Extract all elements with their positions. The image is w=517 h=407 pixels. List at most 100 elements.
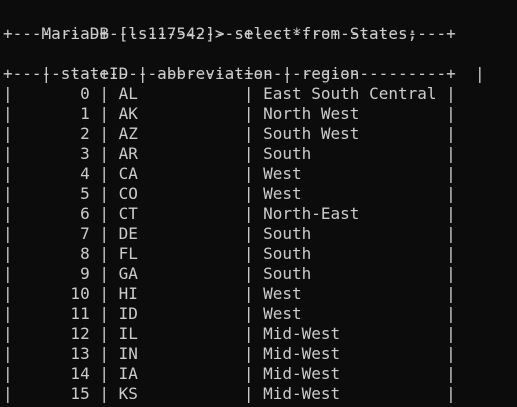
column-separator: |	[3, 84, 23, 103]
column-separator: |	[89, 124, 119, 143]
column-separator: |	[436, 144, 456, 163]
cell-stateid: 8	[22, 244, 90, 263]
cell-region: West	[263, 284, 437, 303]
column-separator: |	[436, 264, 456, 283]
cell-region: South West	[263, 124, 437, 143]
cell-abbreviation: IL	[118, 324, 235, 343]
column-separator: |	[234, 104, 264, 123]
table-row: | 2 | AZ | South West |	[3, 124, 456, 144]
table-row: | 14 | IA | Mid-West |	[3, 364, 456, 384]
table-row: | 0 | AL | East South Central |	[3, 84, 456, 104]
column-separator: |	[436, 364, 456, 383]
cell-region: West	[263, 184, 437, 203]
cell-abbreviation: HI	[118, 284, 235, 303]
column-separator: |	[89, 104, 119, 123]
column-separator: |	[436, 124, 456, 143]
cell-stateid: 2	[22, 124, 90, 143]
cell-region: East South Central	[263, 84, 437, 103]
column-separator: |	[3, 304, 23, 323]
column-separator: |	[436, 244, 456, 263]
column-separator: |	[234, 344, 264, 363]
cell-stateid: 1	[22, 104, 90, 123]
cell-stateid: 5	[22, 184, 90, 203]
column-separator: |	[89, 344, 119, 363]
table-row: | 15 | KS | Mid-West |	[3, 384, 456, 404]
cell-stateid: 6	[22, 204, 90, 223]
column-separator: |	[436, 84, 456, 103]
cell-abbreviation: AK	[118, 104, 235, 123]
column-separator: |	[234, 384, 264, 403]
cell-region: South	[263, 264, 437, 283]
column-separator: |	[234, 144, 264, 163]
table-row: | 4 | CA | West |	[3, 164, 456, 184]
cell-stateid: 11	[22, 304, 90, 323]
column-separator: |	[436, 184, 456, 203]
column-separator: |	[234, 84, 264, 103]
column-separator: |	[3, 284, 23, 303]
cell-stateid: 13	[22, 344, 90, 363]
column-separator: |	[89, 164, 119, 183]
cell-region: Mid-West	[263, 324, 437, 343]
column-separator: |	[89, 264, 119, 283]
column-separator: |	[3, 344, 23, 363]
table-row: | 3 | AR | South |	[3, 144, 456, 164]
column-separator: |	[89, 204, 119, 223]
terminal-window[interactable]: MariaDB [ls117542]> select*from States; …	[0, 0, 517, 407]
cell-abbreviation: AZ	[118, 124, 235, 143]
column-separator: |	[234, 244, 264, 263]
column-separator: |	[234, 184, 264, 203]
column-separator: |	[3, 224, 23, 243]
column-separator: |	[3, 264, 23, 283]
cell-stateid: 14	[22, 364, 90, 383]
cell-region: North West	[263, 104, 437, 123]
cell-abbreviation: IN	[118, 344, 235, 363]
cell-abbreviation: CT	[118, 204, 235, 223]
cell-stateid: 10	[22, 284, 90, 303]
table-row: | 10 | HI | West |	[3, 284, 456, 304]
cell-abbreviation: DE	[118, 224, 235, 243]
column-separator: |	[234, 164, 264, 183]
cell-region: West	[263, 304, 437, 323]
column-separator: |	[89, 84, 119, 103]
column-separator: |	[89, 144, 119, 163]
cell-region: South	[263, 224, 437, 243]
cell-abbreviation: CA	[118, 164, 235, 183]
column-separator: |	[436, 204, 456, 223]
cell-region: West	[263, 164, 437, 183]
cell-stateid: 4	[22, 164, 90, 183]
column-separator: |	[234, 204, 264, 223]
column-separator: |	[436, 304, 456, 323]
column-separator: |	[3, 144, 23, 163]
cell-abbreviation: AL	[118, 84, 235, 103]
column-separator: |	[436, 344, 456, 363]
cell-stateid: 3	[22, 144, 90, 163]
table-row: | 11 | ID | West |	[3, 304, 456, 324]
column-separator: |	[89, 184, 119, 203]
table-row: | 12 | IL | Mid-West |	[3, 324, 456, 344]
column-separator: |	[436, 104, 456, 123]
column-separator: |	[234, 304, 264, 323]
column-separator: |	[3, 364, 23, 383]
cell-abbreviation: AR	[118, 144, 235, 163]
column-separator: |	[234, 124, 264, 143]
table-header-row: | stateID | abbreviation | region |	[3, 44, 485, 83]
column-separator: |	[89, 384, 119, 403]
column-separator: |	[3, 244, 23, 263]
column-separator: |	[234, 324, 264, 343]
cell-abbreviation: GA	[118, 264, 235, 283]
cell-stateid: 0	[22, 84, 90, 103]
cell-abbreviation: FL	[118, 244, 235, 263]
column-separator: |	[436, 164, 456, 183]
cell-abbreviation: IA	[118, 364, 235, 383]
cell-region: Mid-West	[263, 384, 437, 403]
cell-abbreviation: ID	[118, 304, 235, 323]
cell-region: South	[263, 144, 437, 163]
cell-abbreviation: CO	[118, 184, 235, 203]
cell-abbreviation: KS	[118, 384, 235, 403]
cell-region: Mid-West	[263, 344, 437, 363]
column-separator: |	[436, 224, 456, 243]
column-separator: |	[89, 244, 119, 263]
table-row: | 7 | DE | South |	[3, 224, 456, 244]
cell-stateid: 7	[22, 224, 90, 243]
cell-region: North-East	[263, 204, 437, 223]
